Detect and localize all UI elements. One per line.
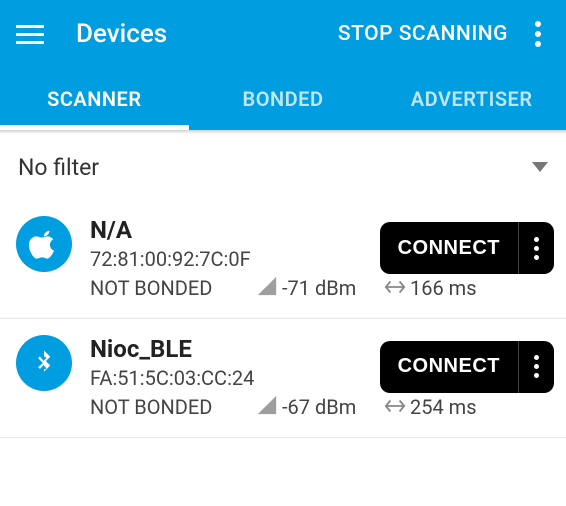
bond-status: NOT BONDED: [90, 276, 250, 300]
device-address: FA:51:5C:03:CC:24: [90, 366, 380, 390]
interval-icon: [384, 276, 406, 300]
connect-button[interactable]: CONNECT: [380, 222, 518, 274]
signal-icon: [256, 394, 278, 421]
filter-dropdown[interactable]: No filter: [0, 134, 566, 200]
page-title: Devices: [76, 19, 338, 49]
tab-bar: SCANNER BONDED ADVERTISER: [0, 68, 566, 130]
device-name: N/A: [90, 216, 380, 245]
bond-status: NOT BONDED: [90, 395, 250, 419]
interval-value: 166 ms: [410, 276, 477, 300]
device-meta: NOT BONDED -71 dBm 166 ms: [90, 275, 380, 302]
device-overflow-icon[interactable]: [518, 341, 554, 393]
device-overflow-icon[interactable]: [518, 222, 554, 274]
tab-scanner[interactable]: SCANNER: [0, 68, 189, 130]
signal-icon: [256, 275, 278, 302]
device-info: Nioc_BLE FA:51:5C:03:CC:24 NOT BONDED -6…: [90, 335, 380, 421]
device-actions: CONNECT: [380, 222, 554, 274]
apple-icon: [16, 216, 72, 272]
device-row[interactable]: Nioc_BLE FA:51:5C:03:CC:24 NOT BONDED -6…: [0, 319, 566, 438]
stop-scanning-button[interactable]: STOP SCANNING: [338, 22, 508, 46]
chevron-down-icon: [532, 162, 548, 172]
device-name: Nioc_BLE: [90, 335, 380, 364]
rssi-value: -67 dBm: [282, 395, 372, 419]
connect-button[interactable]: CONNECT: [380, 341, 518, 393]
device-meta: NOT BONDED -67 dBm 254 ms: [90, 394, 380, 421]
tab-advertiser[interactable]: ADVERTISER: [377, 68, 566, 130]
menu-icon[interactable]: [12, 16, 48, 52]
rssi-value: -71 dBm: [282, 276, 372, 300]
overflow-menu-icon[interactable]: [522, 21, 554, 47]
top-bar: Devices STOP SCANNING: [0, 0, 566, 68]
tab-bonded[interactable]: BONDED: [189, 68, 378, 130]
bluetooth-icon: [16, 335, 72, 391]
interval-icon: [384, 395, 406, 419]
device-info: N/A 72:81:00:92:7C:0F NOT BONDED -71 dBm…: [90, 216, 380, 302]
device-row[interactable]: N/A 72:81:00:92:7C:0F NOT BONDED -71 dBm…: [0, 200, 566, 319]
interval-value: 254 ms: [410, 395, 477, 419]
app-header: Devices STOP SCANNING SCANNER BONDED ADV…: [0, 0, 566, 130]
filter-label: No filter: [18, 154, 532, 181]
device-address: 72:81:00:92:7C:0F: [90, 247, 380, 271]
device-actions: CONNECT: [380, 341, 554, 393]
